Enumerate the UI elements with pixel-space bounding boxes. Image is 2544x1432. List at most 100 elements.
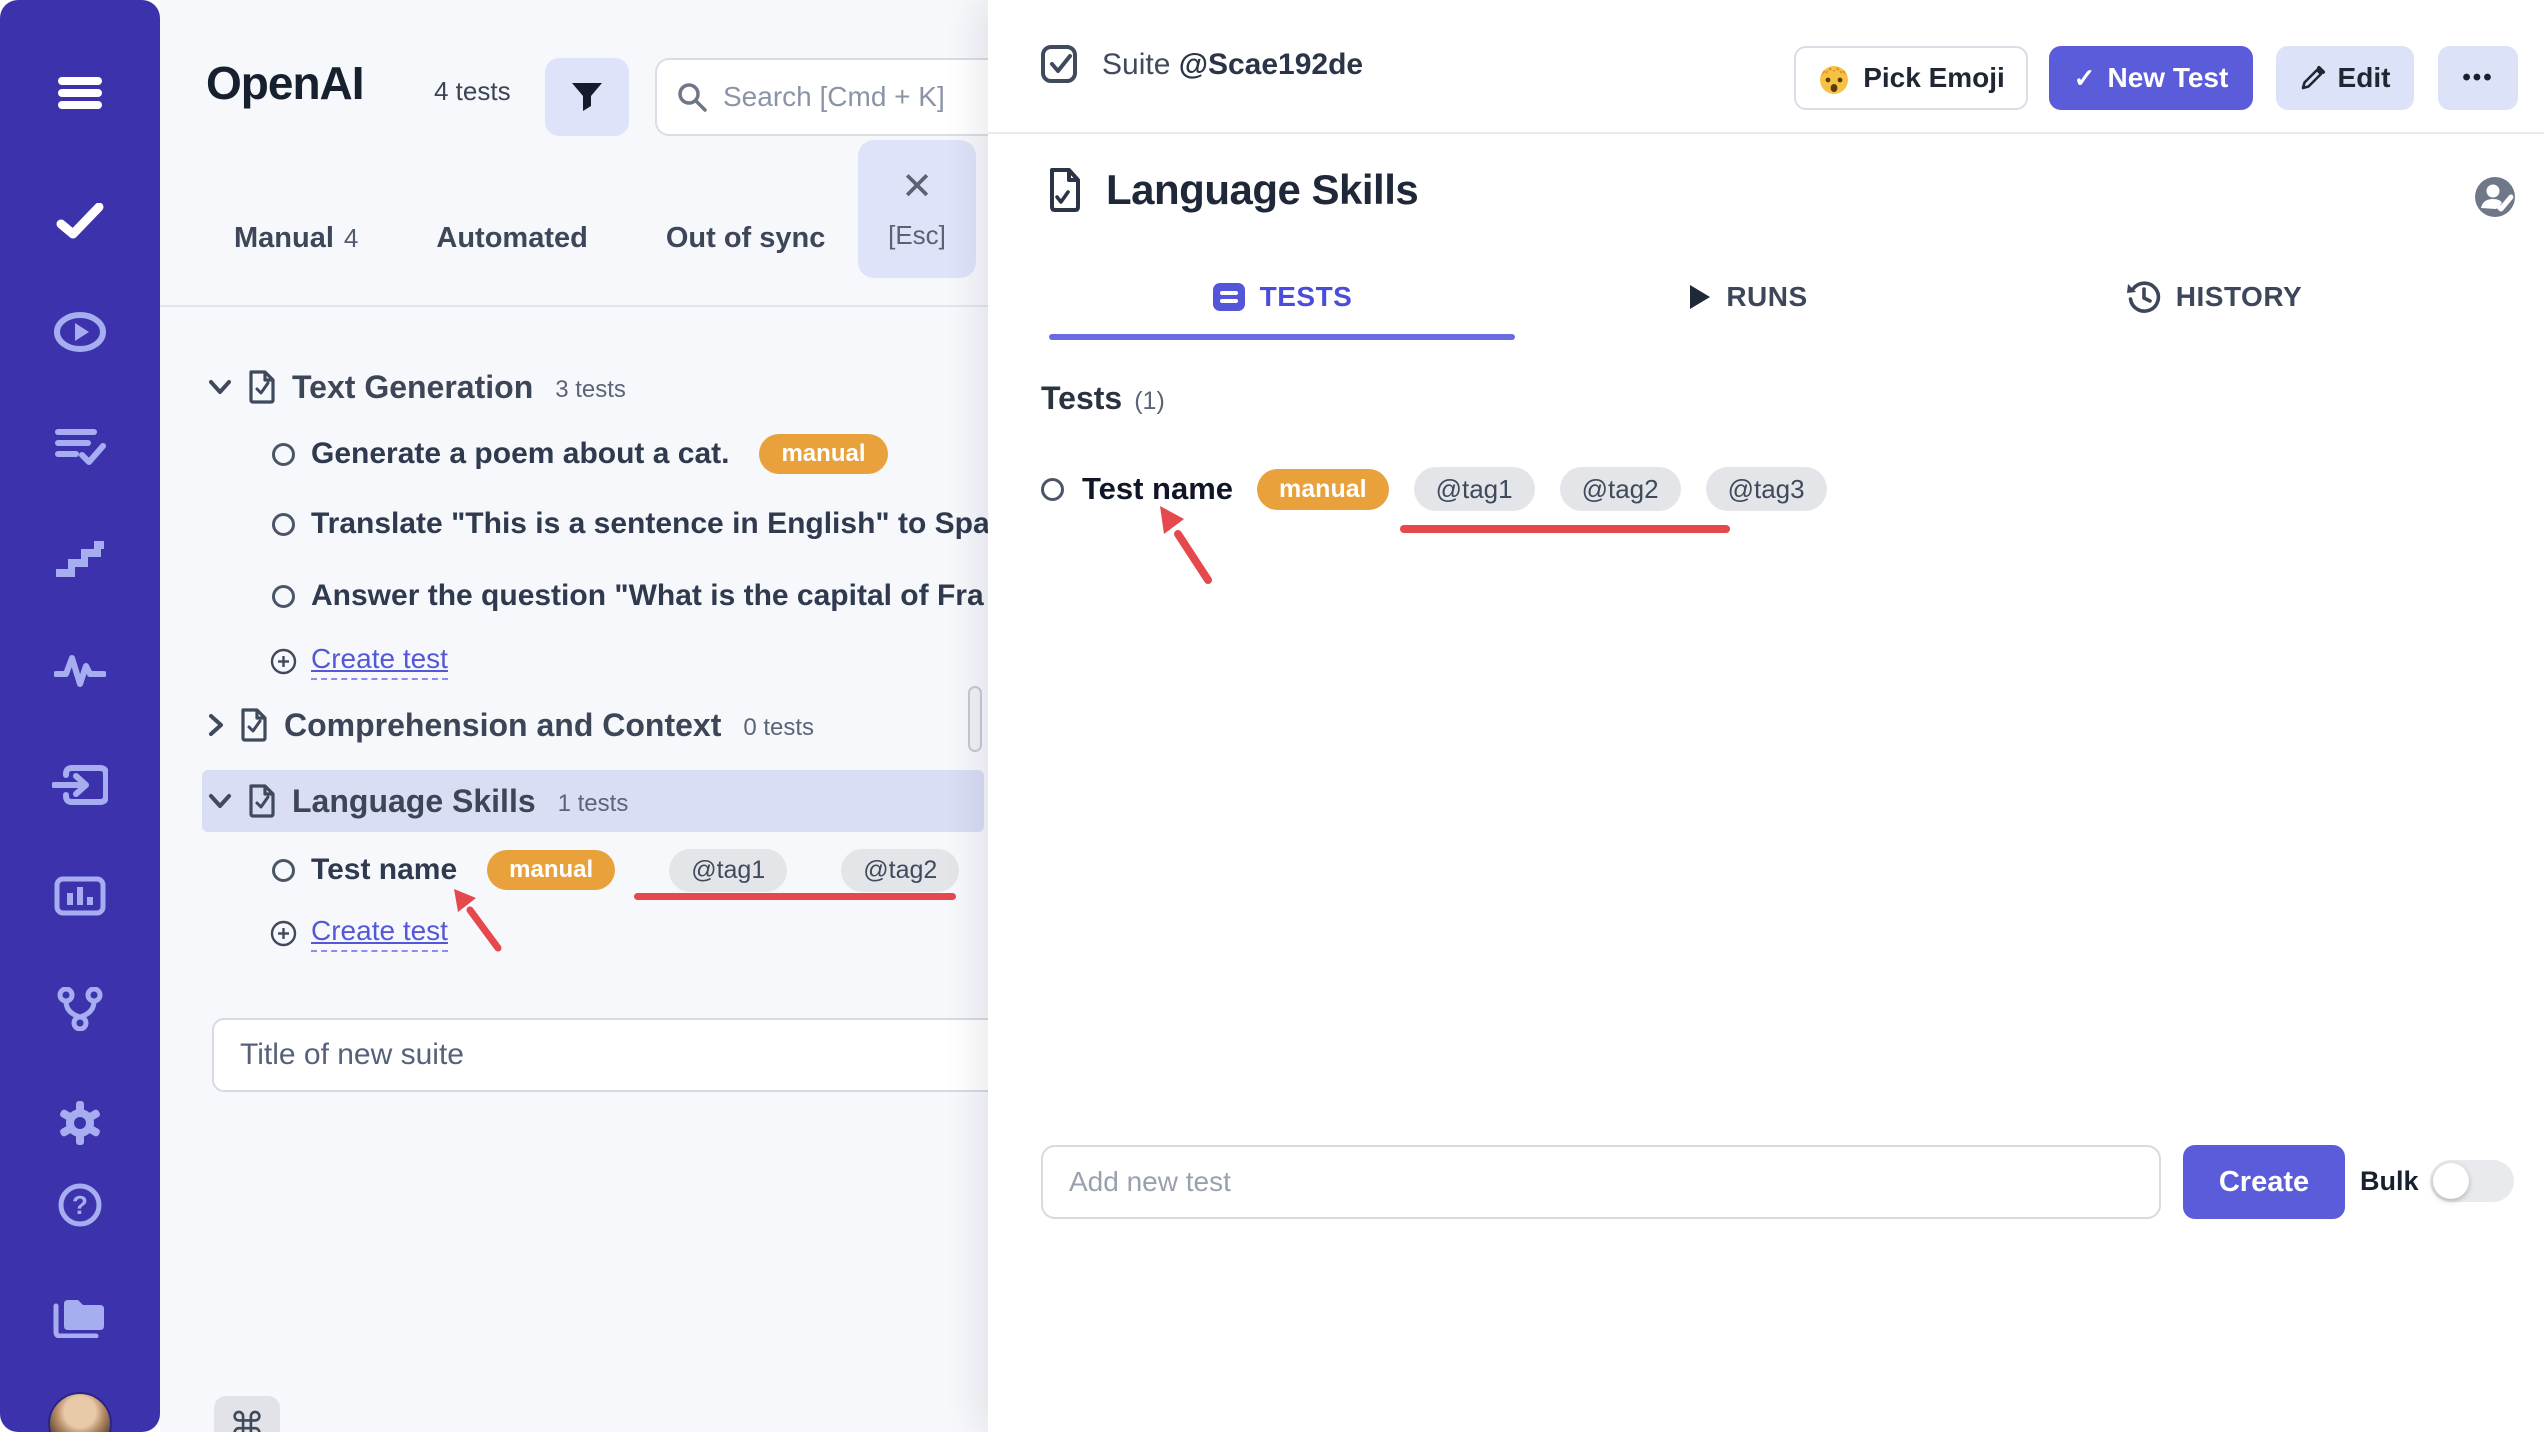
esc-hint: [Esc] (888, 219, 946, 250)
tag-pill[interactable]: @tag2 (1559, 467, 1681, 511)
suite-doc-icon (248, 784, 276, 818)
suite-doc-icon (240, 708, 268, 742)
help-icon[interactable]: ? (50, 1175, 110, 1235)
ellipsis-icon: ••• (2462, 64, 2494, 91)
tab-automated[interactable]: Automated (436, 222, 587, 255)
tab-tests[interactable]: TESTS (1049, 268, 1515, 326)
plus-circle-icon (270, 648, 297, 675)
search-icon (677, 82, 707, 112)
more-options-button[interactable]: ••• (2438, 46, 2518, 110)
funnel-icon (571, 82, 603, 112)
check-icon: ✓ (2073, 62, 2096, 93)
sign-in-icon[interactable] (50, 755, 110, 815)
annotation-underline-tags-main (1400, 525, 1730, 533)
suite-row-comprehension[interactable]: Comprehension and Context 0 tests (208, 694, 814, 756)
test-bullet-icon (272, 858, 295, 882)
suite-id: Suite @Scae192de (1102, 48, 1364, 81)
close-icon: ✕ (901, 165, 933, 208)
user-check-icon[interactable] (2474, 176, 2516, 218)
test-bullet-icon (272, 584, 295, 608)
add-test-input[interactable] (1069, 1166, 2133, 1198)
list-check-icon[interactable] (50, 416, 110, 476)
test-bullet-icon (1041, 477, 1064, 501)
git-branch-icon[interactable] (50, 979, 110, 1039)
app-root: ? OpenAI 4 tests ✕ [Esc] Manual (0, 0, 2544, 1432)
new-test-button[interactable]: ✓ New Test (2049, 46, 2253, 110)
bulk-label: Bulk (2360, 1166, 2419, 1196)
gear-icon[interactable] (50, 1093, 110, 1153)
search-input[interactable] (723, 81, 990, 113)
suite-doc-icon (1048, 167, 1082, 213)
suite-row-language-skills[interactable]: Language Skills 1 tests (202, 770, 984, 832)
suite-count: 1 tests (557, 790, 629, 817)
detail-tabs: TESTS RUNS HISTORY (1049, 268, 2447, 326)
tests-heading: Tests (1) (1041, 380, 1165, 416)
drawer-tabs: Manual 4 Automated Out of sync (234, 222, 825, 255)
test-bullet-icon (272, 442, 295, 466)
suite-check-icon (1040, 44, 1080, 86)
add-test-box (1041, 1145, 2161, 1219)
suite-count: 3 tests (555, 376, 626, 403)
tab-history[interactable]: HISTORY (1981, 268, 2447, 326)
filter-button[interactable] (545, 58, 629, 136)
suite-row-text-generation[interactable]: Text Generation 3 tests (208, 356, 626, 418)
manual-badge: manual (487, 850, 616, 890)
test-bullet-icon (272, 512, 295, 536)
edit-button[interactable]: Edit (2276, 46, 2414, 110)
tag-pill[interactable]: @tag1 (1413, 467, 1535, 511)
check-icon[interactable] (50, 191, 110, 251)
chevron-down-icon[interactable] (208, 379, 232, 395)
new-suite-input[interactable] (240, 1038, 984, 1072)
pencil-icon (2300, 65, 2326, 91)
exploding-head-emoji (1817, 61, 1851, 95)
drawer-scrollbar[interactable] (968, 686, 982, 752)
chevron-right-icon[interactable] (208, 713, 224, 737)
app-title: OpenAI (206, 57, 365, 109)
tag-pill[interactable]: @tag3 (1705, 467, 1827, 511)
create-test-link-language-skills[interactable]: Create test (270, 906, 448, 960)
test-row-translate[interactable]: Translate "This is a sentence in English… (272, 494, 990, 554)
tab-manual[interactable]: Manual 4 (234, 222, 358, 255)
tab-out-of-sync[interactable]: Out of sync (666, 222, 826, 255)
history-icon (2126, 279, 2162, 315)
svg-text:?: ? (72, 1190, 88, 1220)
tabs-divider (160, 305, 990, 307)
tag-pill[interactable]: @tag2 (841, 848, 960, 892)
activity-icon[interactable] (50, 640, 110, 700)
manual-badge: manual (1257, 468, 1389, 510)
command-key-icon[interactable]: ⌘ (214, 1396, 280, 1432)
folder-icon[interactable] (50, 1286, 110, 1346)
bar-chart-icon[interactable] (50, 866, 110, 926)
play-circle-icon[interactable] (50, 302, 110, 362)
user-avatar[interactable] (48, 1392, 112, 1432)
tab-runs[interactable]: RUNS (1515, 268, 1981, 326)
suite-id-value: @Scae192de (1178, 48, 1364, 81)
test-row-answer[interactable]: Answer the question "What is the capital… (272, 566, 984, 626)
list-card-icon (1212, 282, 1246, 312)
tag-pill[interactable]: @tag1 (669, 848, 788, 892)
create-button[interactable]: Create (2183, 1145, 2345, 1219)
icon-rail: ? (0, 0, 160, 1432)
chevron-down-icon[interactable] (208, 793, 232, 809)
plus-circle-icon (270, 920, 297, 947)
menu-icon[interactable] (50, 63, 110, 123)
manual-badge: manual (759, 434, 888, 474)
suite-count: 0 tests (743, 714, 815, 741)
test-row-poem[interactable]: Generate a poem about a cat. manual (272, 424, 888, 484)
suite-header: Suite @Scae192de Pick Emoji ✓ New Test E… (988, 0, 2544, 134)
stairs-icon[interactable] (50, 529, 110, 589)
search-box (655, 58, 990, 136)
test-row-test-name[interactable]: Test name manual @tag1 @tag2 @tag3 (1041, 458, 1827, 520)
close-drawer-button[interactable]: ✕ [Esc] (858, 140, 976, 278)
tests-count: (1) (1134, 387, 1165, 415)
tab-manual-count: 4 (343, 223, 359, 253)
page-title: Language Skills (1106, 166, 1419, 213)
play-icon (1688, 283, 1712, 311)
active-tab-underline (1049, 334, 1515, 340)
total-tests-count: 4 tests (434, 76, 511, 106)
pick-emoji-button[interactable]: Pick Emoji (1794, 46, 2028, 110)
test-row-test-name[interactable]: Test name manual @tag1 @tag2 @tag3 (272, 840, 990, 900)
bulk-toggle[interactable] (2430, 1160, 2514, 1202)
create-test-link-text-generation[interactable]: Create test (270, 634, 448, 688)
suite-drawer: OpenAI 4 tests ✕ [Esc] Manual 4 Automate… (160, 0, 990, 1432)
